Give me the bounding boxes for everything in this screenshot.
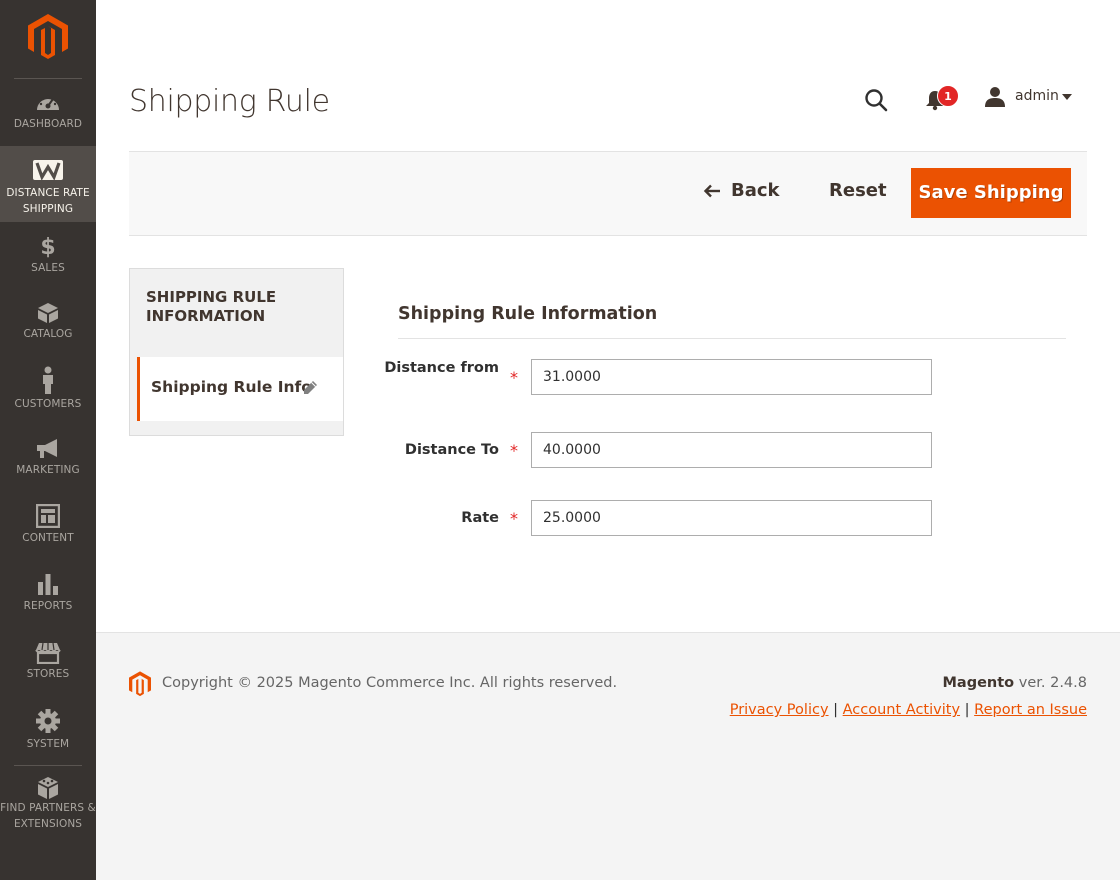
nav-label: SALES <box>31 262 65 274</box>
rate-label: Rate <box>461 510 499 526</box>
footer-links: Privacy Policy | Account Activity | Repo… <box>730 702 1087 718</box>
nav-stores[interactable]: STORES <box>0 642 96 692</box>
link-separator: | <box>964 702 970 718</box>
sidebar-divider <box>14 78 82 79</box>
chevron-down-icon[interactable] <box>1062 94 1072 100</box>
rate-input[interactable] <box>531 500 932 536</box>
nav-label: SYSTEM <box>26 738 70 750</box>
gear-icon <box>36 709 60 733</box>
person-icon <box>43 366 53 394</box>
version-number: ver. 2.4.8 <box>1018 675 1087 691</box>
page-title: Shipping Rule <box>129 84 330 119</box>
privacy-policy-link[interactable]: Privacy Policy <box>730 702 829 718</box>
brand-name: Magento <box>942 675 1015 691</box>
version-info: Magento ver. 2.4.8 <box>942 675 1087 691</box>
save-shipping-button[interactable]: Save Shipping <box>911 168 1071 218</box>
tabs-title: SHIPPING RULE INFORMATION <box>146 288 277 325</box>
required-marker: * <box>510 509 518 528</box>
nav-distance-rate-shipping[interactable]: DISTANCE RATE SHIPPING <box>0 146 96 222</box>
required-marker: * <box>510 441 518 460</box>
magento-logo-icon[interactable] <box>28 14 68 60</box>
page-footer <box>96 632 1120 880</box>
user-icon[interactable] <box>984 86 1006 108</box>
back-button[interactable]: Back <box>703 180 780 201</box>
nav-system[interactable]: SYSTEM <box>0 708 96 758</box>
dashboard-icon <box>37 95 59 110</box>
bar-chart-icon <box>38 574 58 595</box>
distance-to-input[interactable] <box>531 432 932 468</box>
account-activity-link[interactable]: Account Activity <box>843 702 960 718</box>
search-icon[interactable] <box>864 88 888 112</box>
nav-dashboard[interactable]: DASHBOARD <box>0 92 96 144</box>
distance-to-label: Distance To <box>404 442 499 458</box>
section-divider <box>398 338 1066 339</box>
tab-label[interactable]: Shipping Rule Info <box>151 378 312 396</box>
distance-from-input[interactable] <box>531 359 932 395</box>
nav-label: REPORTS <box>23 600 73 612</box>
dollar-icon: $ <box>40 235 55 258</box>
required-marker: * <box>510 368 518 387</box>
nav-label: DASHBOARD <box>13 118 83 130</box>
nav-sales[interactable]: $ SALES <box>0 234 96 284</box>
admin-sidebar: DASHBOARD DISTANCE RATE SHIPPING $ SALES… <box>0 0 96 880</box>
store-icon <box>35 642 61 664</box>
nav-customers[interactable]: CUSTOMERS <box>0 366 96 416</box>
arrow-left-icon <box>703 184 720 197</box>
nav-label: CATALOG <box>23 328 73 340</box>
back-button-label: Back <box>731 180 780 201</box>
nav-find-partners[interactable]: FIND PARTNERS & EXTENSIONS <box>0 776 96 836</box>
nav-label: DISTANCE RATE SHIPPING <box>6 187 90 215</box>
user-menu-name[interactable]: admin <box>1015 88 1059 104</box>
nav-label: MARKETING <box>16 464 80 476</box>
link-separator: | <box>833 702 839 718</box>
w-icon <box>33 160 63 180</box>
nav-label: CUSTOMERS <box>14 398 82 410</box>
cube-icon <box>38 303 58 323</box>
nav-label: STORES <box>26 668 70 680</box>
report-issue-link[interactable]: Report an Issue <box>974 702 1087 718</box>
svg-text:$: $ <box>40 235 55 258</box>
copyright-text: Copyright © 2025 Magento Commerce Inc. A… <box>162 675 618 691</box>
reset-button[interactable]: Reset <box>829 180 887 201</box>
distance-from-label: Distance from <box>384 360 499 376</box>
nav-reports[interactable]: REPORTS <box>0 572 96 622</box>
nav-marketing[interactable]: MARKETING <box>0 438 96 488</box>
nav-label: FIND PARTNERS & EXTENSIONS <box>0 802 96 830</box>
sidebar-divider <box>14 765 82 766</box>
megaphone-icon <box>37 439 57 458</box>
nav-catalog[interactable]: CATALOG <box>0 302 96 352</box>
layout-icon <box>36 504 60 528</box>
nav-content[interactable]: CONTENT <box>0 504 96 554</box>
magento-logo-icon <box>129 671 151 697</box>
blocks-icon <box>38 777 58 799</box>
section-title: Shipping Rule Information <box>398 304 658 324</box>
notification-count-badge[interactable]: 1 <box>937 85 959 107</box>
pencil-icon <box>304 381 317 394</box>
nav-label: CONTENT <box>22 532 74 544</box>
